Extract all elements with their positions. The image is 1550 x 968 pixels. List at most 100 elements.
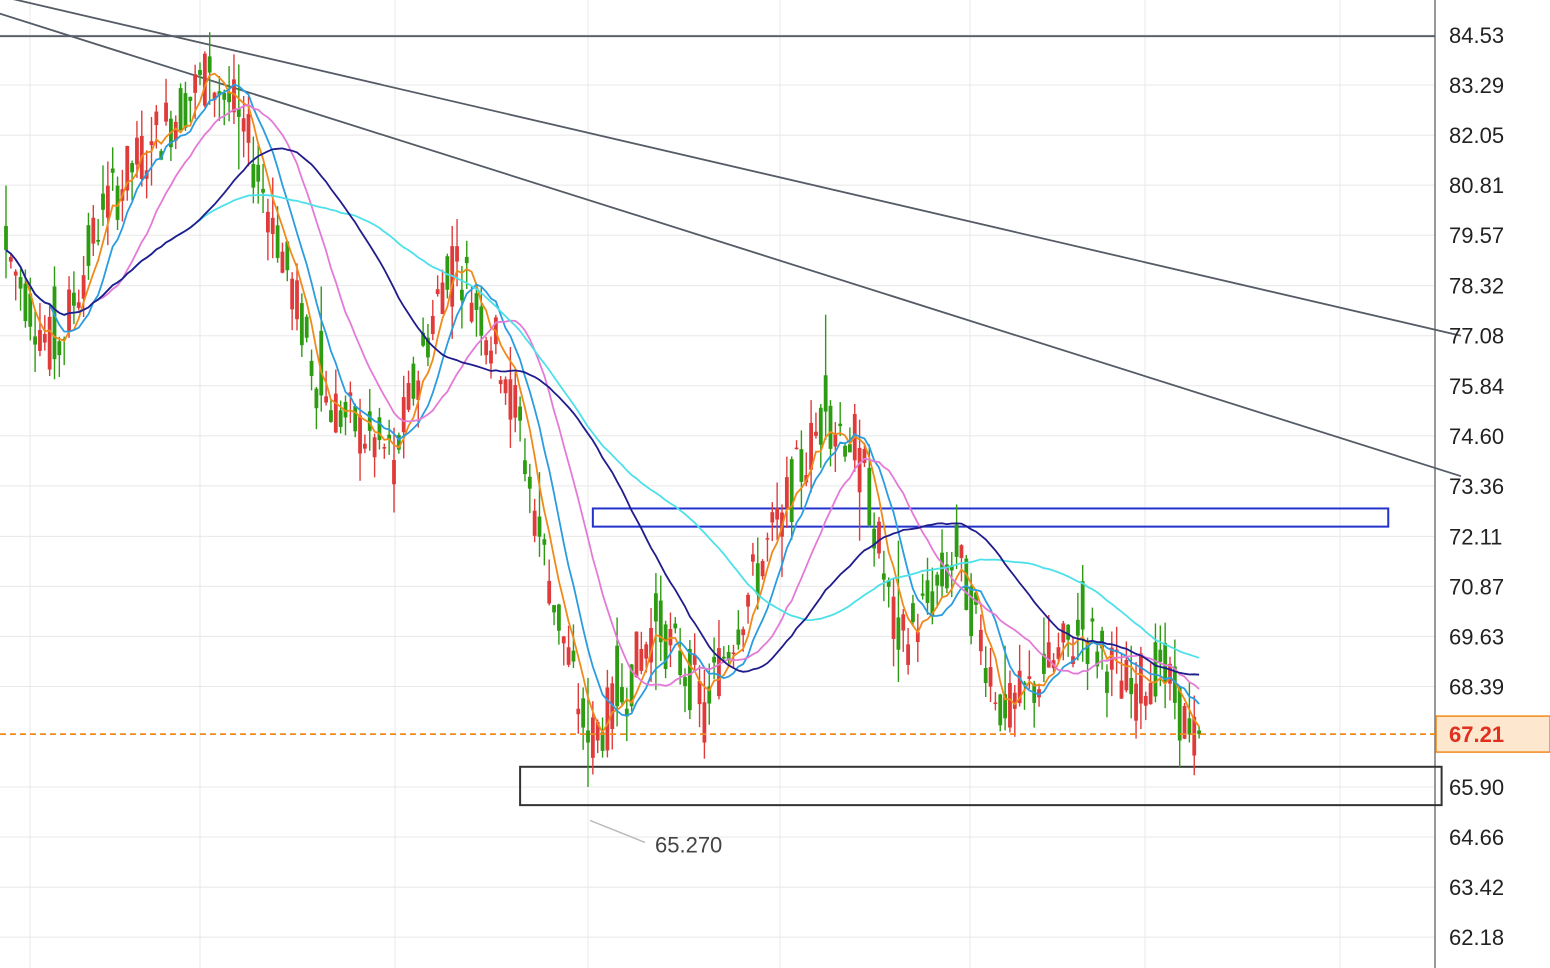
candle-body: [460, 289, 464, 301]
grid: [0, 0, 1436, 968]
ma-pink: [5, 103, 1200, 690]
candle-body: [901, 614, 906, 631]
candle-body: [52, 286, 57, 360]
candle-body: [993, 702, 998, 704]
candle-body: [1134, 683, 1138, 721]
candle-body: [1105, 671, 1109, 693]
candle-body: [479, 306, 484, 336]
candle-body: [687, 648, 692, 711]
candle-body: [1143, 695, 1148, 706]
candle-body: [18, 277, 23, 289]
candle-body: [877, 521, 881, 554]
candle-body: [789, 459, 794, 523]
y-tick-label: 64.66: [1449, 825, 1504, 850]
candle-body: [401, 397, 406, 433]
candle-body: [33, 336, 37, 345]
candle-body: [149, 141, 154, 146]
price-chart[interactable]: 67.21 65.270 84.53 83.29 82.05 80.81 79.57 78.…: [0, 0, 1550, 968]
candle-body: [881, 573, 886, 580]
candle-body: [712, 656, 716, 663]
candle-body: [843, 445, 847, 457]
candle-body: [309, 360, 314, 377]
candle-body: [925, 580, 930, 603]
candle-body: [838, 423, 843, 427]
candle-body: [455, 246, 459, 262]
candle-body: [290, 278, 295, 310]
price-axis: 84.53 83.29 82.05 80.81 79.57 78.32 77.08 75.84…: [1449, 23, 1504, 950]
candle-body: [91, 217, 96, 244]
candle-body: [135, 137, 139, 165]
candle-body: [188, 96, 193, 101]
candle-body: [848, 444, 852, 453]
candle-body: [751, 554, 755, 562]
candle-body: [799, 449, 804, 482]
candle-body: [324, 396, 328, 403]
candle-body: [1163, 643, 1168, 683]
y-tick-label: 83.29: [1449, 73, 1504, 98]
y-tick-label: 70.87: [1449, 574, 1504, 599]
candle-body: [542, 539, 547, 545]
candle-body: [430, 315, 435, 335]
candle-body: [784, 477, 789, 508]
candle-body: [959, 545, 964, 558]
candle-body: [833, 434, 838, 447]
candle-body: [1158, 649, 1163, 662]
candle-body: [983, 668, 988, 684]
candle-body: [576, 708, 581, 715]
candle-body: [72, 292, 76, 306]
candle-body: [372, 437, 377, 458]
candle-body: [906, 644, 910, 665]
candle-body: [683, 677, 687, 687]
low-annotation-leader: [589, 819, 646, 844]
y-tick-label: 82.05: [1449, 123, 1504, 148]
candle-body: [954, 524, 959, 557]
candle-body: [4, 225, 8, 251]
candle-body: [940, 552, 944, 587]
y-tick-label: 62.18: [1449, 925, 1504, 950]
candle-body: [154, 111, 159, 126]
candle-body: [110, 168, 115, 173]
candle-body: [295, 280, 299, 320]
candle-body: [590, 717, 595, 758]
ma-cyan: [5, 194, 1200, 659]
candle-body: [246, 114, 251, 143]
candle-body: [770, 512, 775, 523]
candle-body: [654, 593, 658, 622]
candle-body: [634, 631, 639, 678]
candle-body: [130, 163, 134, 173]
low-annotation-label: 65.270: [655, 832, 722, 857]
y-tick-label: 78.32: [1449, 274, 1504, 299]
candle-body: [741, 629, 746, 636]
y-tick-label: 74.60: [1449, 424, 1504, 449]
candle-body: [338, 410, 343, 427]
candle-body: [1177, 687, 1182, 741]
candle-body: [823, 375, 828, 412]
candle-body: [1027, 676, 1032, 679]
candle-body: [1008, 683, 1012, 728]
candle-body: [86, 225, 91, 266]
ma-blue: [5, 83, 1200, 717]
support-zone: [519, 765, 1443, 807]
candle-body: [42, 334, 47, 343]
candle-body: [765, 538, 770, 540]
candle-body: [299, 303, 304, 346]
candle-body: [47, 316, 52, 370]
candle-body: [304, 316, 309, 338]
candle-body: [489, 350, 493, 364]
candle-body: [988, 667, 993, 687]
candle-body: [644, 644, 649, 659]
candle-body: [67, 289, 71, 332]
candle-body: [353, 406, 358, 432]
y-tick-label: 77.08: [1449, 324, 1504, 349]
candle-body: [314, 388, 319, 409]
candle-body: [1187, 718, 1192, 735]
candle-body: [96, 239, 101, 242]
y-tick-label: 84.53: [1449, 23, 1504, 48]
candle-body: [38, 330, 42, 351]
candle-body: [411, 363, 416, 399]
candle-body: [518, 406, 522, 421]
candle-body: [581, 698, 586, 728]
moving-averages: [5, 72, 1200, 734]
y-tick-label: 79.57: [1449, 223, 1504, 248]
candle-body: [13, 271, 18, 276]
